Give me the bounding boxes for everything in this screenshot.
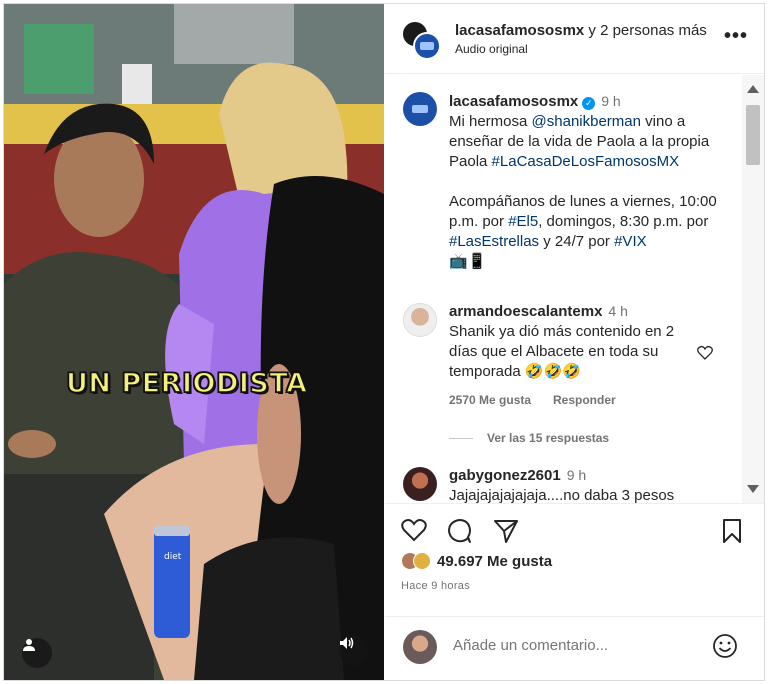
view-replies-label: Ver las 15 respuestas (487, 431, 610, 445)
scroll-up-icon[interactable] (747, 85, 759, 93)
send-icon[interactable] (493, 518, 519, 544)
mention-link[interactable]: @shanikberman (532, 113, 641, 130)
reel-video[interactable]: diet UN PERIODISTA (4, 4, 384, 680)
caption-time: 9 h (601, 93, 621, 109)
logo-icon (420, 42, 434, 50)
comment-text: Shanik ya dió más contenido en 2 días qu… (449, 323, 675, 380)
heart-icon[interactable] (401, 518, 427, 542)
likes-summary[interactable]: 49.697 Me gusta (401, 552, 552, 570)
logo-icon (412, 105, 428, 113)
audio-link[interactable]: Audio original (455, 42, 528, 56)
hashtag-link[interactable]: #El5 (508, 213, 538, 230)
post-author-avatar[interactable] (403, 92, 437, 126)
hashtag-link[interactable]: #LasEstrellas (449, 233, 539, 250)
emoji-icon[interactable] (712, 633, 738, 659)
tagged-users-button[interactable] (22, 638, 52, 668)
reply-button[interactable]: Responder (553, 393, 616, 407)
likes-count[interactable]: 49.697 Me gusta (437, 553, 552, 570)
commenter-avatar[interactable] (403, 303, 437, 337)
hashtag-link[interactable]: #VIX (614, 233, 647, 250)
comment-username[interactable]: gabygonez2601 (449, 467, 561, 484)
header-collaborators[interactable]: y 2 personas más (584, 22, 706, 39)
account-avatar (413, 32, 441, 60)
comment-text: Jajajajajajajaja....no daba 3 pesos (449, 487, 675, 503)
liker-avatar (413, 552, 431, 570)
header-title[interactable]: lacasafamososmx y 2 personas más (455, 22, 707, 39)
header-username[interactable]: lacasafamososmx (455, 22, 584, 39)
comment-input[interactable] (453, 637, 693, 654)
current-user-avatar (403, 630, 437, 664)
heart-icon[interactable] (697, 345, 713, 360)
user-icon (23, 639, 35, 651)
video-caption-overlay: UN PERIODISTA (65, 367, 308, 400)
comment-likes[interactable]: 2570 Me gusta (449, 393, 531, 407)
comment-item: gabygonez2601 9 h Jajajajajajajaja....no … (449, 465, 699, 503)
caption-text: y 24/7 por (539, 233, 615, 250)
more-options-icon[interactable]: ••• (724, 26, 748, 46)
comment-time: 9 h (566, 467, 587, 483)
view-replies-button[interactable]: Ver las 15 respuestas (449, 431, 609, 445)
verified-badge-icon: ✓ (582, 97, 596, 110)
post-caption: lacasafamososmx ✓ 9 h Mi hermosa @shanikbe… (449, 91, 739, 272)
commenter-avatar[interactable] (403, 467, 437, 501)
hashtag-link[interactable]: #LaCasaDeLosFamososMX (492, 153, 680, 170)
post-timestamp: Hace 9 horas (401, 580, 471, 592)
post-panel: lacasafamososmx y 2 personas más Audio o… (385, 4, 764, 680)
collab-avatars[interactable] (401, 20, 441, 60)
caption-text: Mi hermosa (449, 113, 532, 130)
comment-icon[interactable] (447, 518, 473, 544)
speaker-icon (340, 637, 354, 649)
comment-item: armandoescalantemx 4 h Shanik ya dió más … (449, 301, 699, 382)
caption-text: , domingos, 8:30 p.m. por (538, 213, 709, 230)
comments-scrollbar[interactable] (742, 75, 764, 503)
scroll-thumb[interactable] (746, 105, 760, 165)
svg-text:diet: diet (164, 552, 182, 562)
audio-toggle-button[interactable] (339, 636, 369, 666)
comments-list: lacasafamososmx ✓ 9 h Mi hermosa @shanikbe… (385, 75, 764, 503)
add-comment-bar (385, 616, 764, 678)
caption-emojis: 📺📱 (449, 253, 487, 270)
bookmark-icon[interactable] (721, 518, 743, 544)
post-actions: 49.697 Me gusta Hace 9 horas (385, 503, 764, 678)
divider (449, 437, 473, 439)
comment-time: 4 h (608, 303, 628, 319)
comment-username[interactable]: armandoescalantemx (449, 303, 602, 320)
video-frame: diet (4, 4, 384, 680)
scroll-down-icon[interactable] (747, 485, 759, 493)
caption-username[interactable]: lacasafamososmx (449, 93, 578, 110)
post-header: lacasafamososmx y 2 personas más Audio o… (385, 4, 764, 74)
